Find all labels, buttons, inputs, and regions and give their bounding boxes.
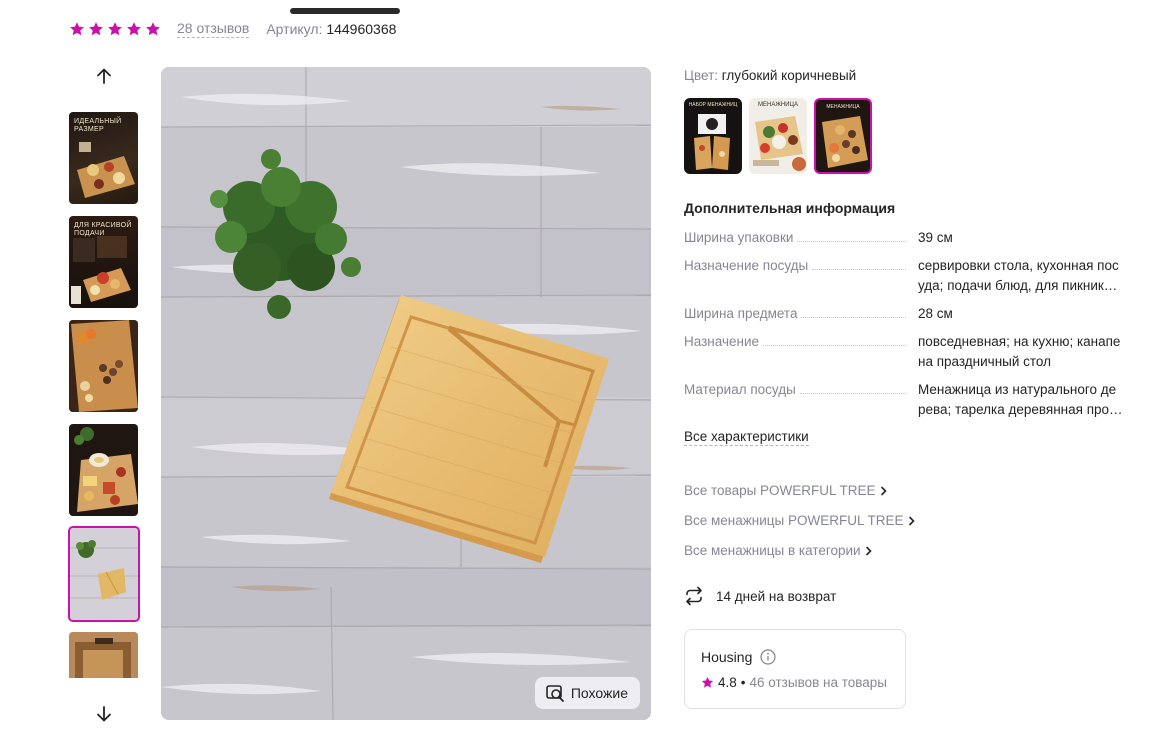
star-icon [108, 22, 122, 36]
link-all-brand-products[interactable]: Все товары POWERFUL TREE [684, 483, 888, 498]
spec-value: сервировки стола, кухонная пос уда; подач… [918, 258, 1119, 293]
link-label: Все менажницы POWERFUL TREE [684, 513, 904, 528]
star-icon [89, 22, 103, 36]
swatch-image [694, 114, 730, 170]
swatch-image [822, 116, 868, 168]
all-specs-link[interactable]: Все характеристики [684, 428, 809, 446]
seller-rating-value: 4.8 [718, 675, 737, 690]
color-swatch-light[interactable]: Менажница [749, 98, 807, 174]
thumb-image [69, 632, 138, 678]
product-title-cropped [290, 0, 970, 14]
seller-reviews[interactable]: 46 отзывов на товары [750, 675, 888, 690]
thumb-box[interactable] [69, 632, 138, 678]
scroll-up-button[interactable] [90, 62, 118, 90]
color-swatch-set[interactable]: Набор менажниц [684, 98, 742, 174]
star-icon [127, 22, 141, 36]
thumb-snacks[interactable] [69, 424, 138, 516]
star-icon [146, 22, 160, 36]
chevron-right-icon [908, 516, 915, 525]
seller-rating: 4.8 • 46 отзывов на товары [701, 675, 887, 690]
link-label: Все товары POWERFUL TREE [684, 483, 876, 498]
rating-row: 28 отзывов Артикул: 144960368 [69, 18, 396, 40]
thumb-image [74, 427, 138, 512]
link-all-brand-menazhnitsy[interactable]: Все менажницы POWERFUL TREE [684, 513, 916, 528]
spec-value: 39 см [918, 230, 953, 245]
thumb-image [77, 142, 135, 198]
swatch-image [753, 116, 806, 171]
thumb-plant-board[interactable] [68, 526, 140, 622]
product-photo-image [161, 67, 651, 720]
spec-name: Материал посуды [684, 380, 906, 400]
rating-stars [69, 21, 161, 37]
arrow-down-icon [97, 706, 111, 722]
seller-name-row: Housing [701, 649, 776, 665]
reviews-link[interactable]: 28 отзывов [177, 20, 250, 38]
seller-card[interactable]: Housing 4.8 • 46 отзывов на товары [684, 629, 906, 709]
spec-name: Ширина предмета [684, 304, 906, 324]
thumbnail-list: Идеальный размер Для красивой подачи [68, 110, 140, 678]
thumb-image [71, 236, 131, 304]
thumb-serving[interactable]: Для красивой подачи [69, 216, 138, 308]
similar-label: Похожие [570, 685, 628, 701]
arrow-up-icon [97, 68, 111, 84]
chevron-right-icon [880, 486, 887, 495]
spec-value: Менажница из натурального де рева; тарелк… [918, 382, 1123, 417]
thumb-food[interactable] [69, 320, 138, 412]
return-arrows-icon [686, 586, 702, 606]
thumbnail-gallery: Идеальный размер Для красивой подачи [68, 60, 140, 730]
thumb-ideal-size[interactable]: Идеальный размер [69, 112, 138, 204]
link-label: Все менажницы в категории [684, 543, 861, 558]
spec-name: Назначение посуды [684, 256, 906, 276]
spec-value: 28 см [918, 306, 953, 321]
article-number: Артикул: 144960368 [266, 21, 397, 37]
scroll-down-button[interactable] [90, 700, 118, 728]
color-swatch-dark-brown[interactable]: Менажница [814, 98, 872, 174]
separator: • [740, 675, 746, 690]
return-policy: 14 дней на возврат [684, 586, 836, 606]
return-label: 14 дней на возврат [716, 588, 837, 604]
spec-name: Ширина упаковки [684, 228, 906, 248]
link-all-category[interactable]: Все менажницы в категории [684, 543, 873, 558]
chevron-right-icon [865, 546, 872, 555]
similar-button[interactable]: Похожие [534, 677, 640, 709]
star-icon [70, 22, 84, 36]
main-product-photo[interactable]: Похожие [161, 67, 651, 720]
spec-name: Назначение [684, 332, 906, 352]
visual-search-icon [546, 685, 564, 702]
additional-info-title: Дополнительная информация [684, 200, 896, 216]
thumb-image [70, 528, 138, 620]
thumb-image [69, 320, 138, 412]
info-icon[interactable] [760, 649, 776, 665]
seller-name[interactable]: Housing [701, 649, 752, 665]
color-label: Цвет: глубокий коричневый [684, 68, 857, 83]
spec-value: повседневная; на кухню; канапе на праздни… [918, 334, 1121, 369]
star-icon [701, 676, 714, 688]
